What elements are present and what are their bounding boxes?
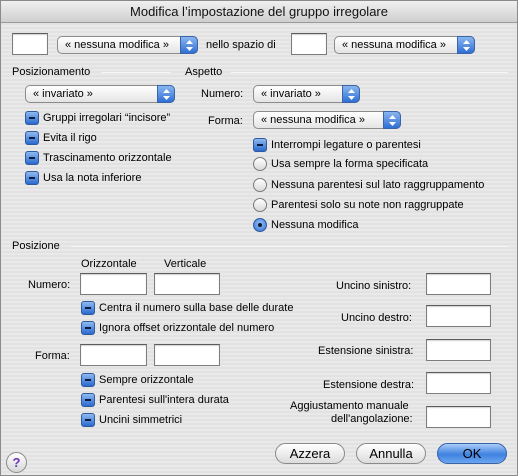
checkbox-centra-numero[interactable] [81,301,95,315]
chevron-updown-icon [457,36,475,54]
numero-verticale-field[interactable] [154,273,220,295]
radio-label: Usa sempre la forma specificata [271,158,429,170]
checkbox-label: Centra il numero sulla base delle durate [99,302,294,314]
uncino-destro-field[interactable] [426,305,491,327]
chevron-updown-icon [180,36,198,54]
checkbox-label: Interrompi legature o parentesi [271,139,421,151]
aspetto-forma-label: Forma: [208,115,243,127]
radio-usa-sempre-forma[interactable] [253,157,267,171]
placement-popup[interactable]: « invariato » [25,85,175,103]
col-verticale: Verticale [164,258,207,270]
checkbox-label: Sempre orizzontale [99,374,194,386]
section-posizione: Posizione [12,240,60,252]
checkbox-label: Ignora offset orizzontale del numero [99,322,275,334]
aspetto-numero-popup[interactable]: « invariato » [253,85,360,103]
popup-label: « nessuna modifica » [342,39,446,51]
radio-label: Nessuna modifica [271,219,359,231]
estensione-sinistra-field[interactable] [426,339,491,361]
radio-label: Nessuna parentesi sul lato raggruppament… [271,179,485,191]
checkbox-gruppi-incisore[interactable] [25,111,39,125]
popup-label: « nessuna modifica » [261,114,365,126]
help-button[interactable]: ? [6,452,27,473]
col-orizzontale: Orizzontale [81,258,137,270]
aggiustamento-angolazione-field[interactable] [426,406,491,428]
popup-label: « invariato » [261,88,321,100]
radio-label: Parentesi solo su note non raggruppate [271,199,464,211]
posizione-forma-label: Forma: [35,350,70,362]
estensione-destra-label: Estensione destra: [323,379,415,391]
checkbox-uncini-simmetrici[interactable] [81,413,95,427]
space-unit-popup[interactable]: « nessuna modifica » [334,36,475,54]
checkbox-label: Usa la nota inferiore [43,172,142,184]
radio-nessuna-parentesi[interactable] [253,178,267,192]
uncino-sinistro-label: Uncino sinistro: [336,280,412,292]
checkbox-evita-rigo[interactable] [25,131,39,145]
separator [231,72,508,73]
window-title: Modifica l’impostazione del gruppo irreg… [1,1,517,23]
space-label: nello spazio di [206,39,276,51]
azzera-button[interactable]: Azzera [275,443,345,464]
aggiustamento-label-line2: dell'angolazione: [331,413,413,425]
chevron-updown-icon [157,85,175,103]
chevron-updown-icon [383,111,401,129]
radio-parentesi-non-raggruppate[interactable] [253,198,267,212]
checkbox-nota-inferiore[interactable] [25,171,39,185]
checkbox-label: Trascinamento orizzontale [43,152,172,164]
forma-orizzontale-field[interactable] [80,344,147,366]
aspetto-numero-label: Numero: [201,88,244,100]
dialog-window: Modifica l’impostazione del gruppo irreg… [0,0,518,476]
tuplet-count-popup[interactable]: « nessuna modifica » [57,36,198,54]
separator [101,72,171,73]
checkbox-trascinamento[interactable] [25,151,39,165]
checkbox-sempre-orizzontale[interactable] [81,373,95,387]
tuplet-count-field[interactable] [12,33,48,55]
aspetto-forma-popup[interactable]: « nessuna modifica » [253,111,401,129]
section-posizionamento: Posizionamento [12,66,91,78]
aggiustamento-label-line1: Aggiustamento manuale [290,400,409,412]
numero-orizzontale-field[interactable] [80,273,147,295]
checkbox-label: Parentesi sull'intera durata [99,394,229,406]
checkbox-label: Uncini simmetrici [99,414,183,426]
ok-button[interactable]: OK [437,443,507,464]
space-count-field[interactable] [291,33,327,55]
annulla-button[interactable]: Annulla [356,443,426,464]
popup-label: « nessuna modifica » [65,39,169,51]
uncino-sinistro-field[interactable] [426,273,491,295]
checkbox-parentesi-intera-durata[interactable] [81,393,95,407]
forma-verticale-field[interactable] [154,344,220,366]
section-aspetto: Aspetto [185,66,223,78]
uncino-destro-label: Uncino destro: [341,312,412,324]
radio-nessuna-modifica[interactable] [253,218,267,232]
checkbox-interrompi-legature[interactable] [253,138,267,152]
chevron-updown-icon [342,85,360,103]
checkbox-label: Gruppi irregolari “incisore” [43,112,171,124]
checkbox-ignora-offset[interactable] [81,321,95,335]
separator [71,246,508,247]
checkbox-label: Evita il rigo [43,132,97,144]
estensione-sinistra-label: Estensione sinistra: [318,345,414,357]
estensione-destra-field[interactable] [426,372,491,394]
popup-label: « invariato » [33,88,93,100]
posizione-numero-label: Numero: [28,279,71,291]
